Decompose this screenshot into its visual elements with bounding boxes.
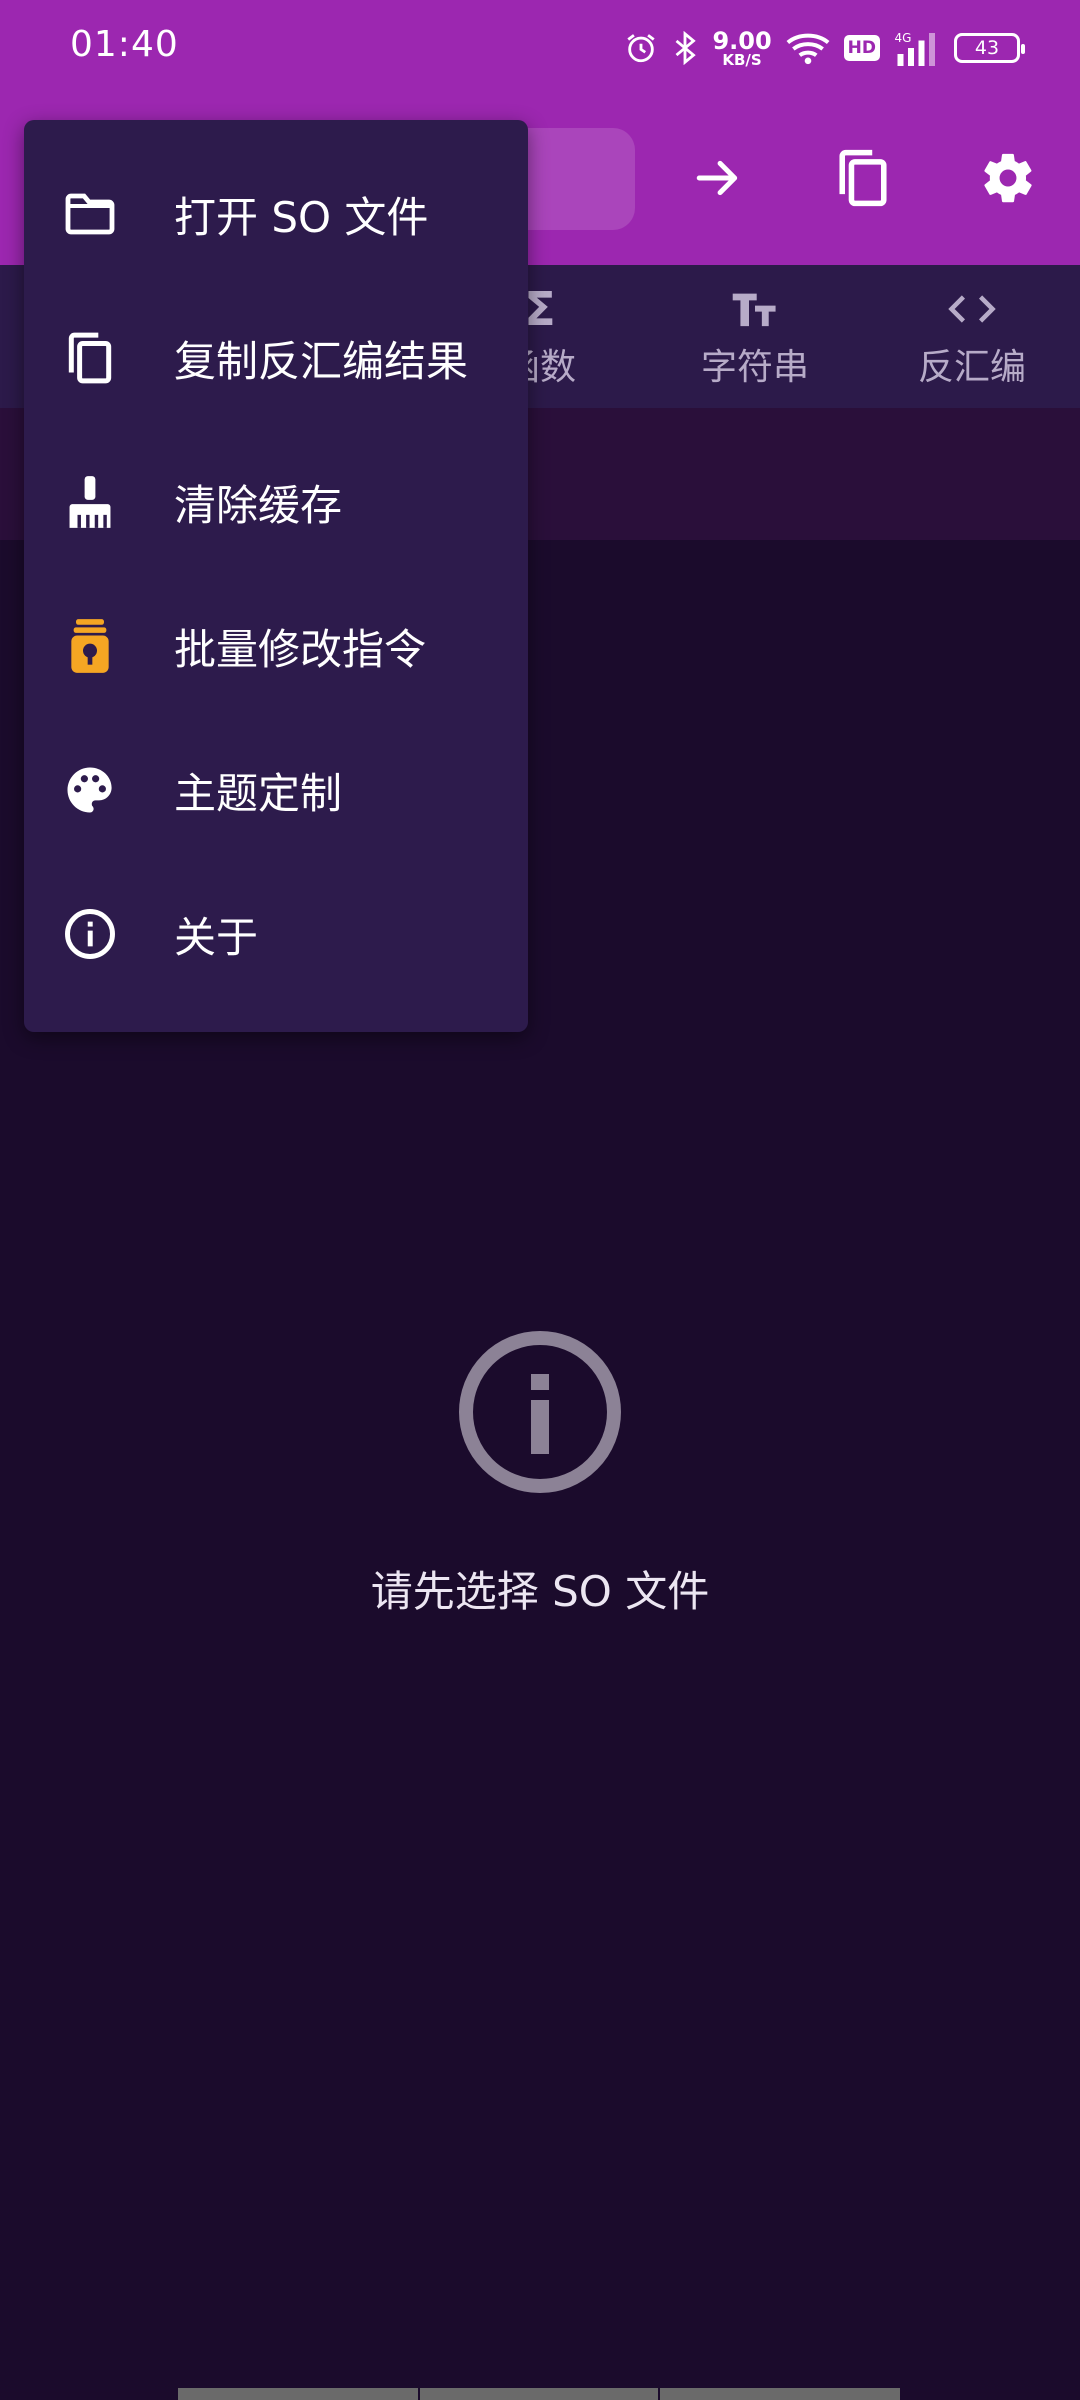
bluetooth-icon — [672, 31, 698, 65]
menu-item-label: 复制反汇编结果 — [174, 336, 469, 386]
menu-item-label: 主题定制 — [174, 768, 343, 818]
info-icon — [458, 1330, 622, 1498]
wifi-icon — [786, 31, 830, 65]
battery-level: 43 — [974, 37, 1000, 59]
code-icon — [948, 284, 996, 334]
settings-icon — [979, 149, 1037, 211]
menu-item-copy-disassembly[interactable]: 复制反汇编结果 — [24, 286, 528, 430]
arrow-forward-icon — [693, 153, 743, 207]
nav-handle-right[interactable] — [660, 2388, 900, 2400]
settings-button[interactable] — [968, 140, 1048, 220]
status-time: 01:40 — [70, 24, 179, 65]
tab-label: 字符串 — [700, 346, 809, 388]
tab-disassembly[interactable]: 反汇编 — [882, 265, 1062, 408]
svg-text:4G: 4G — [895, 31, 912, 45]
net-speed: 9.00 KB/S — [712, 26, 772, 69]
jar-icon — [62, 618, 118, 674]
broom-icon — [62, 474, 118, 530]
empty-state: 请先选择 SO 文件 — [0, 1330, 1080, 1619]
overflow-menu: 打开 SO 文件 复制反汇编结果 清除缓存 批量修改指令 主题定制 关于 — [24, 120, 528, 1032]
palette-icon — [62, 762, 118, 818]
menu-item-label: 打开 SO 文件 — [174, 192, 429, 242]
alarm-icon — [624, 31, 658, 65]
copy-icon — [62, 330, 118, 386]
copy-icon — [835, 148, 891, 212]
folder-icon — [62, 186, 118, 242]
go-button[interactable] — [678, 140, 758, 220]
battery-icon: 43 — [954, 33, 1025, 63]
copy-button[interactable] — [823, 140, 903, 220]
sigma-icon: Σ — [524, 281, 556, 336]
menu-item-about[interactable]: 关于 — [24, 862, 528, 1006]
hd-icon: HD — [843, 35, 880, 61]
info-icon — [62, 906, 118, 962]
menu-item-batch-modify[interactable]: 批量修改指令 — [24, 574, 528, 718]
menu-item-label: 清除缓存 — [174, 480, 343, 530]
nav-handle-center[interactable] — [420, 2388, 658, 2400]
menu-item-label: 批量修改指令 — [174, 624, 427, 674]
empty-state-message: 请先选择 SO 文件 — [370, 1567, 710, 1616]
status-icons: 9.00 KB/S HD 4G 43 — [624, 26, 1025, 70]
nav-handle-left[interactable] — [178, 2388, 418, 2400]
menu-item-clear-cache[interactable]: 清除缓存 — [24, 430, 528, 574]
tab-strings[interactable]: 字符串 — [665, 265, 845, 408]
signal-icon: 4G — [894, 30, 940, 66]
menu-item-label: 关于 — [174, 912, 259, 962]
text-size-icon — [731, 284, 779, 334]
menu-item-theme[interactable]: 主题定制 — [24, 718, 528, 862]
menu-item-open-so[interactable]: 打开 SO 文件 — [24, 142, 528, 286]
tab-label: 反汇编 — [917, 346, 1026, 388]
